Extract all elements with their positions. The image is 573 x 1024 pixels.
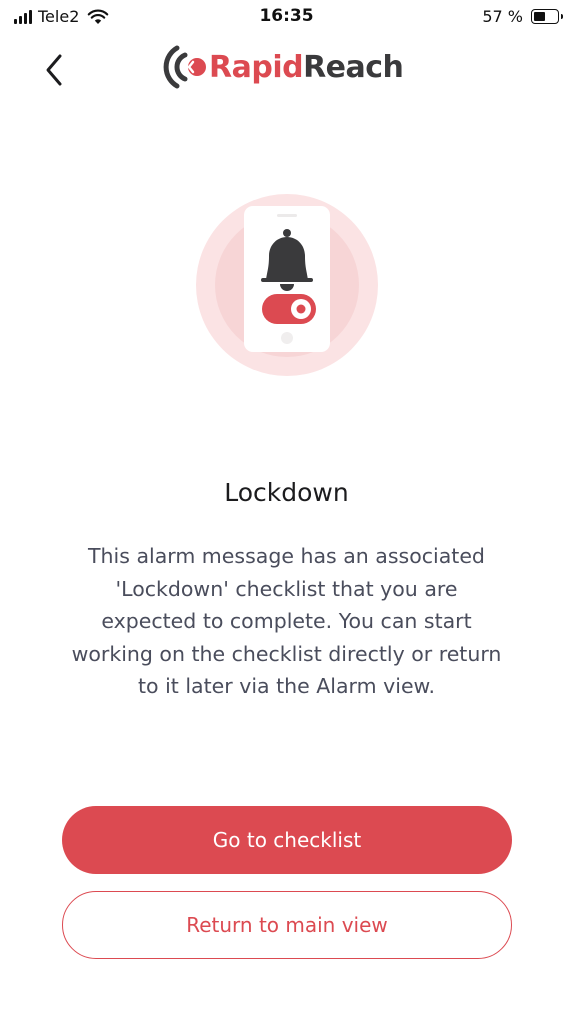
battery-level-fill [534,12,545,21]
chevron-left-icon [46,54,62,86]
logo-text-reach: Reach [303,49,404,85]
logo-wordmark: RapidReach [209,49,404,85]
phone-bell-toggle-icon [196,194,378,376]
status-bar-right: 57 % [482,7,563,26]
back-button[interactable] [36,50,72,90]
return-to-main-view-button[interactable]: Return to main view [62,891,512,959]
battery-percentage: 57 % [482,7,523,26]
logo-text-rapid: Rapid [209,49,304,85]
page-title: Lockdown [224,478,349,507]
go-to-checklist-button[interactable]: Go to checklist [62,806,512,874]
go-to-checklist-label: Go to checklist [212,828,362,852]
broadcast-logo-icon [163,45,206,89]
battery-icon [531,9,563,24]
return-to-main-view-label: Return to main view [186,913,388,937]
app-logo: RapidReach [163,42,404,92]
checklist-message: This alarm message has an associated 'Lo… [71,544,502,698]
status-bar: Tele2 16:35 57 % [0,0,573,34]
